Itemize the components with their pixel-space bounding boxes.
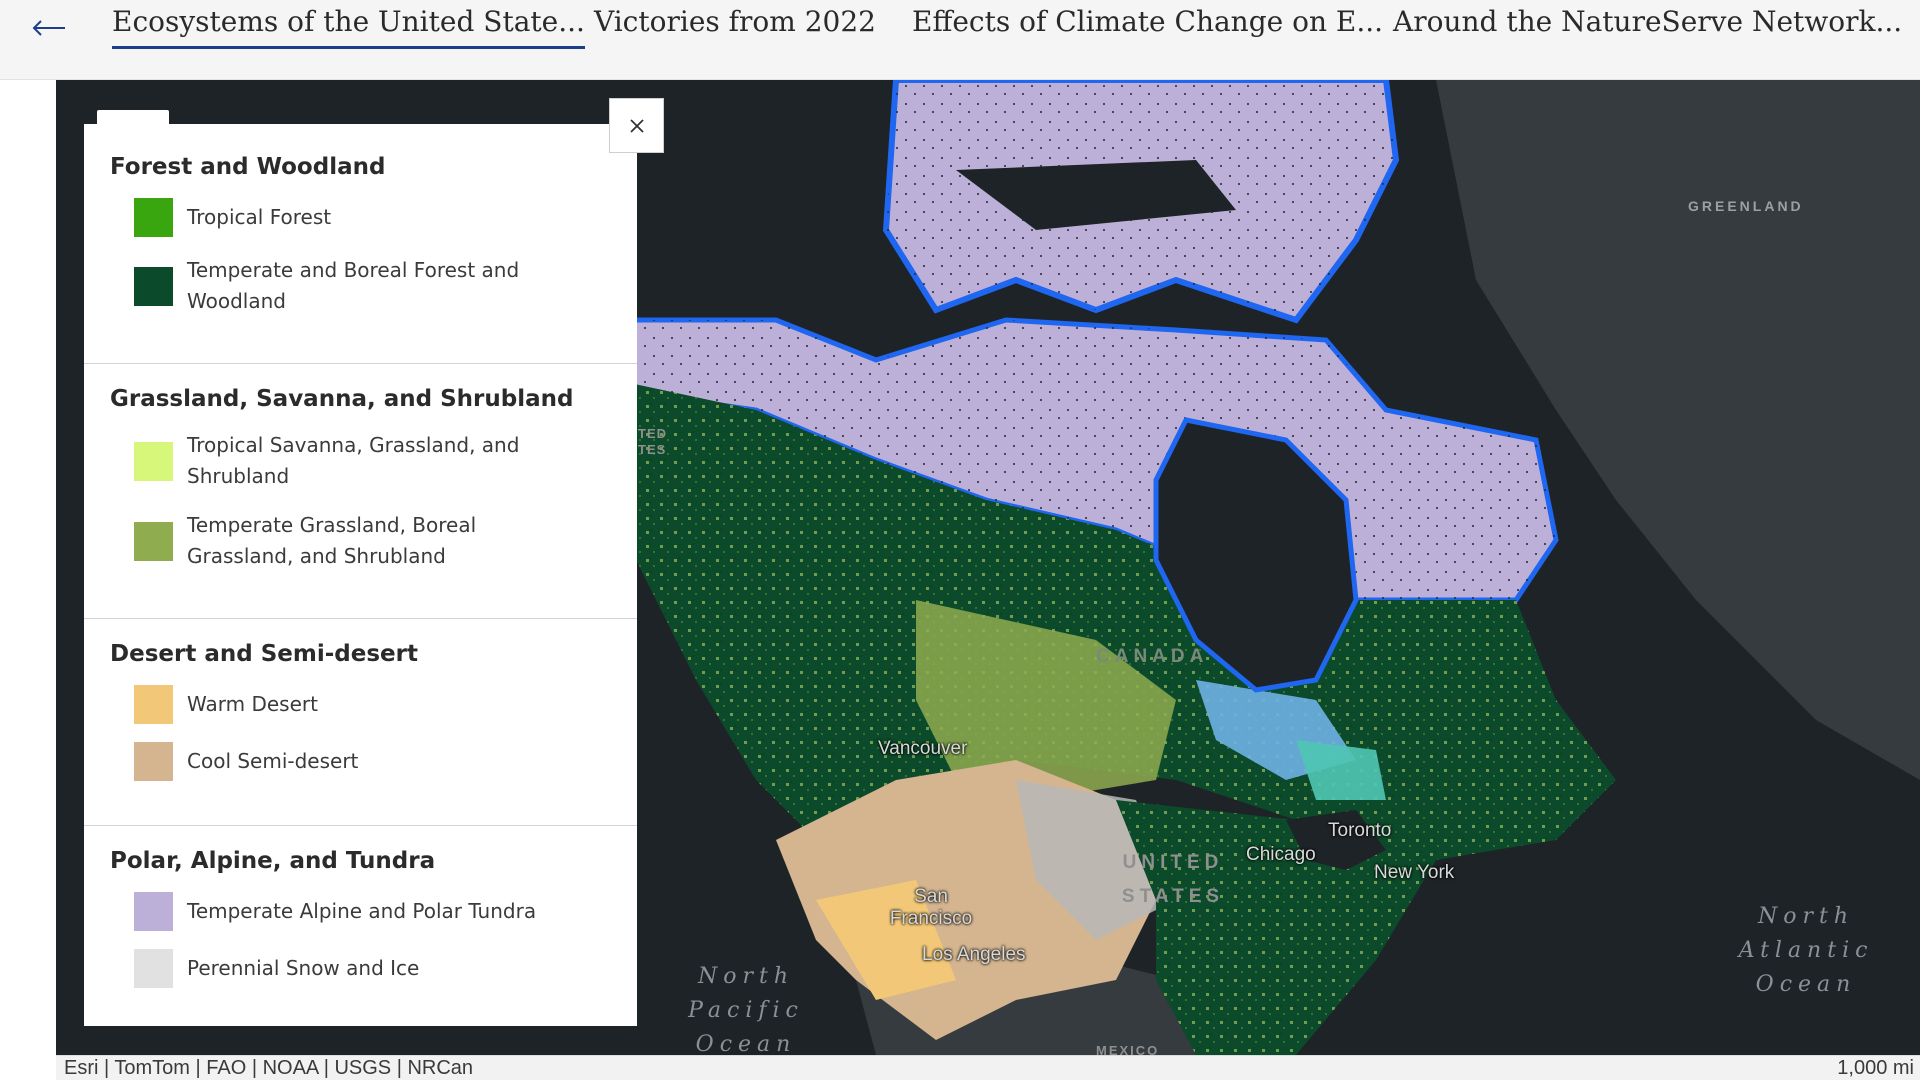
north-atlantic-ocean-label: North Atlantic Ocean <box>1738 904 1874 997</box>
legend-item-perennial-snow-ice: Perennial Snow and Ice <box>134 949 611 988</box>
legend-item-label: Temperate and Boreal Forest and Woodland <box>187 258 520 313</box>
legend-item-tropical-savanna: Tropical Savanna, Grassland, and Shrubla… <box>134 430 611 492</box>
legend-item-label: Tropical Savanna, Grassland, and Shrubla… <box>187 433 520 488</box>
legend-swatch <box>134 892 173 931</box>
legend-panel: Forest and Woodland Tropical Forest Temp… <box>84 124 637 1026</box>
legend-item-temperate-boreal-forest: Temperate and Boreal Forest and Woodland <box>134 255 611 317</box>
legend-swatch <box>134 521 173 561</box>
legend-item-label: Temperate Alpine and Polar Tundra <box>187 899 537 923</box>
legend-section-polar: Polar, Alpine, and Tundra Temperate Alpi… <box>84 826 637 1026</box>
city-label-san-francisco: San Francisco <box>889 886 973 929</box>
legend-item-temperate-grassland: Temperate Grassland, Boreal Grassland, a… <box>134 510 611 572</box>
legend-section-grassland: Grassland, Savanna, and Shrubland Tropic… <box>84 364 637 619</box>
back-button[interactable] <box>28 8 70 48</box>
arrow-left-icon <box>32 20 65 36</box>
city-label-chicago: Chicago <box>1246 844 1316 865</box>
legend-item-label: Perennial Snow and Ice <box>187 956 420 980</box>
close-icon <box>629 118 644 133</box>
legend-swatch <box>134 198 173 237</box>
tab-climate-change[interactable]: Effects of Climate Change on E... <box>912 2 1383 46</box>
legend-section-heading: Forest and Woodland <box>110 154 386 180</box>
legend-section-heading: Polar, Alpine, and Tundra <box>110 848 436 874</box>
legend-section-heading: Desert and Semi-desert <box>110 641 418 667</box>
legend-item-tropical-forest: Tropical Forest <box>134 198 611 237</box>
legend-section-desert: Desert and Semi-desert Warm Desert Cool … <box>84 619 637 826</box>
city-label-new-york: New York <box>1374 862 1455 883</box>
edge-country-fragment-label: TED TES <box>638 426 667 457</box>
city-label-toronto: Toronto <box>1328 820 1392 841</box>
canada-label: CANADA <box>1096 646 1209 667</box>
story-navigation-bar: Ecosystems of the United State... Victor… <box>0 0 1920 80</box>
legend-swatch <box>134 685 173 724</box>
legend-swatch <box>134 742 173 781</box>
close-legend-button[interactable] <box>609 98 664 153</box>
map-attribution-bar: Esri | TomTom | FAO | NOAA | USGS | NRCa… <box>56 1055 1920 1080</box>
legend-item-warm-desert: Warm Desert <box>134 685 611 724</box>
legend-section-heading: Grassland, Savanna, and Shrubland <box>110 386 574 412</box>
tab-victories[interactable]: Victories from 2022 <box>594 2 876 46</box>
legend-item-label: Tropical Forest <box>187 205 332 229</box>
city-label-vancouver: Vancouver <box>878 738 968 759</box>
greenland-label: GREENLAND <box>1688 198 1804 214</box>
legend-item-label: Warm Desert <box>187 692 318 716</box>
north-pacific-ocean-label: North Pacific Ocean <box>688 964 804 1055</box>
city-label-los-angeles: Los Angeles <box>922 944 1026 965</box>
legend-section-forest: Forest and Woodland Tropical Forest Temp… <box>84 124 637 364</box>
legend-swatch <box>134 949 173 988</box>
legend-swatch <box>134 266 173 306</box>
scale-bar-label: 1,000 mi <box>1837 1057 1914 1079</box>
map-credits[interactable]: Esri | TomTom | FAO | NOAA | USGS | NRCa… <box>64 1057 473 1080</box>
tab-ecosystems[interactable]: Ecosystems of the United State... <box>112 2 585 49</box>
tab-natureserve-network[interactable]: Around the NatureServe Network... <box>1393 2 1902 46</box>
united-states-label: UNITED STATES <box>1121 852 1225 907</box>
legend-item-cool-semi-desert: Cool Semi-desert <box>134 742 611 781</box>
legend-item-alpine-polar-tundra: Temperate Alpine and Polar Tundra <box>134 892 611 931</box>
mexico-label: MEXICO <box>1096 1043 1160 1055</box>
legend-swatch <box>134 441 173 481</box>
legend-item-label: Cool Semi-desert <box>187 749 359 773</box>
legend-item-label: Temperate Grassland, Boreal Grassland, a… <box>187 513 477 568</box>
